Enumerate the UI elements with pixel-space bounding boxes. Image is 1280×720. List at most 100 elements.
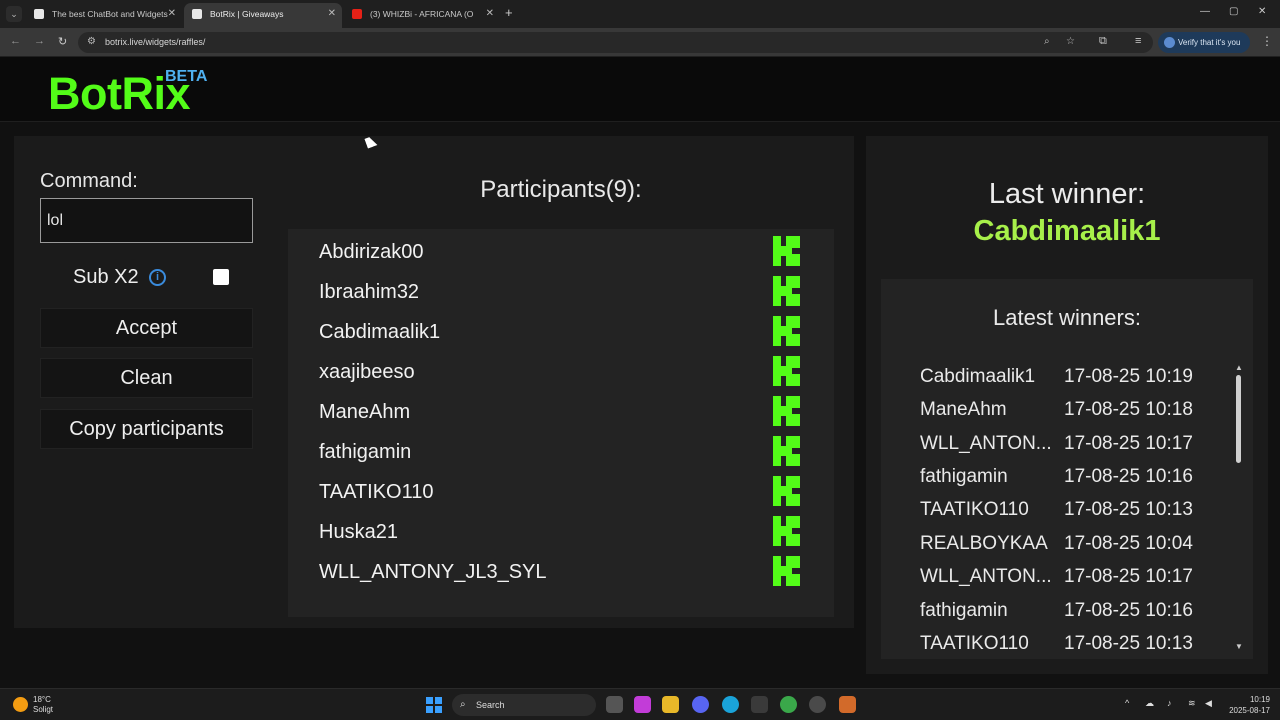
kick-icon <box>773 276 800 306</box>
tab-favicon-icon <box>192 9 202 19</box>
winner-name: WLL_ANTON... <box>920 566 1052 587</box>
participant-name: ManeAhm <box>319 401 411 423</box>
file-explorer-icon[interactable] <box>662 696 679 713</box>
accept-button[interactable]: Accept <box>40 308 253 348</box>
kick-icon <box>773 236 800 266</box>
weather-temp: 18°C <box>33 695 51 704</box>
browser-toolbar: ← → ↻ ⚙ botrix.live/widgets/raffles/ ⌕ ☆… <box>0 28 1280 57</box>
tab-search-button[interactable]: ⌄ <box>6 6 22 22</box>
winner-name: TAATIKO110 <box>920 633 1029 654</box>
window-close-icon[interactable]: ✕ <box>1258 6 1266 17</box>
sub-x2-checkbox[interactable] <box>213 269 229 285</box>
app-header: BotRix BETA <box>0 57 1280 122</box>
microphone-icon[interactable]: ♪ <box>1167 698 1172 708</box>
minimize-icon[interactable]: — <box>1200 6 1210 17</box>
weather-sun-icon[interactable] <box>13 697 28 712</box>
bookmark-star-icon[interactable]: ☆ <box>1066 36 1075 47</box>
winner-date: 17-08-25 10:16 <box>1064 600 1193 621</box>
winner-name: fathigamin <box>920 466 1008 487</box>
task-view-icon[interactable] <box>606 696 623 713</box>
new-tab-icon[interactable]: + <box>505 5 513 20</box>
tab-title: BotRix | Giveaways <box>210 9 284 19</box>
winner-name: REALBOYKAA <box>920 533 1048 554</box>
taskbar-clock[interactable]: 10:19 2025-08-17 <box>1224 694 1270 716</box>
profile-avatar-icon <box>1164 37 1175 48</box>
participant-row: TAATIKO110 <box>288 471 834 511</box>
participant-row: ManeAhm <box>288 391 834 431</box>
tab-chatbot[interactable]: The best ChatBot and Widgets ✕ <box>26 3 182 28</box>
clean-button[interactable]: Clean <box>40 358 253 398</box>
winner-date: 17-08-25 10:13 <box>1064 633 1193 654</box>
browser-tabbar: ⌄ The best ChatBot and Widgets ✕ BotRix … <box>0 0 1280 28</box>
tab-giveaways[interactable]: BotRix | Giveaways ✕ <box>184 3 342 28</box>
wifi-icon[interactable]: ≋ <box>1188 698 1196 709</box>
command-input[interactable] <box>40 198 253 243</box>
reading-list-icon[interactable]: ≡ <box>1135 35 1141 47</box>
winner-date: 17-08-25 10:13 <box>1064 499 1193 520</box>
scroll-down-icon[interactable]: ▼ <box>1235 642 1243 651</box>
kick-icon <box>773 436 800 466</box>
forward-icon[interactable]: → <box>34 35 45 47</box>
volume-icon[interactable]: ◀ <box>1205 698 1212 709</box>
tray-overflow-icon[interactable]: ^ <box>1125 698 1129 708</box>
participant-name: Cabdimaalik1 <box>319 321 441 343</box>
tab-close-icon[interactable]: ✕ <box>486 3 494 25</box>
winner-date: 17-08-25 10:04 <box>1064 533 1193 554</box>
participants-list: Abdirizak00 Ibraahim32 Cabdimaalik1 xaaj… <box>288 229 834 617</box>
tab-close-icon[interactable]: ✕ <box>168 3 176 25</box>
tab-close-icon[interactable]: ✕ <box>328 3 336 25</box>
sub-x2-label: Sub X2 <box>73 266 139 288</box>
weather-condition: Soligt <box>33 705 54 714</box>
address-bar[interactable]: ⚙ botrix.live/widgets/raffles/ ⌕ ☆ <box>78 32 1153 53</box>
copy-participants-button[interactable]: Copy participants <box>40 409 253 449</box>
kick-icon <box>773 316 800 346</box>
kick-icon <box>773 396 800 426</box>
winner-date: 17-08-25 10:18 <box>1064 399 1193 420</box>
onedrive-icon[interactable]: ☁ <box>1145 698 1154 709</box>
site-info-icon[interactable]: ⚙ <box>87 36 96 47</box>
tab-favicon-icon <box>34 9 44 19</box>
participant-name: fathigamin <box>319 441 412 463</box>
page-content: Command: Sub X2 i Accept Clean Copy part… <box>0 122 1280 688</box>
zoom-icon[interactable]: ⌕ <box>1044 36 1050 47</box>
participant-row: Huska21 <box>288 511 834 551</box>
participant-name: TAATIKO110 <box>319 481 434 503</box>
edge-icon[interactable] <box>722 696 739 713</box>
chrome-icon[interactable] <box>780 696 797 713</box>
winner-date: 17-08-25 10:19 <box>1064 366 1193 387</box>
search-label: Search <box>476 700 505 710</box>
participant-name: xaajibeeso <box>319 361 415 383</box>
maximize-icon[interactable]: ▢ <box>1229 6 1238 17</box>
url-text: botrix.live/widgets/raffles/ <box>105 37 206 47</box>
winners-card: Last winner: Cabdimaalik1 Latest winners… <box>866 136 1268 674</box>
app-icon-2[interactable] <box>839 696 856 713</box>
tab-youtube[interactable]: (3) WHIZBi - AFRICANA (O ✕ <box>344 3 500 28</box>
latest-winners-title: Latest winners: <box>993 305 1141 330</box>
winner-name: fathigamin <box>920 600 1008 621</box>
back-icon[interactable]: ← <box>10 35 21 47</box>
weather-widget[interactable]: 18°C Soligt <box>33 695 53 715</box>
participant-name: Ibraahim32 <box>319 281 420 303</box>
winner-name: ManeAhm <box>920 399 1007 420</box>
reload-icon[interactable]: ↻ <box>58 35 67 48</box>
latest-winners-panel[interactable]: Latest winners: Cabdimaalik1 17-08-25 10:… <box>881 279 1253 659</box>
extensions-icon[interactable]: ⧉ <box>1099 35 1107 48</box>
info-icon[interactable]: i <box>149 269 166 286</box>
beta-badge: BETA <box>165 68 208 85</box>
verify-button[interactable]: Verify that it's you <box>1158 32 1250 53</box>
winners-scrollbar[interactable]: ▲ ▼ <box>1235 363 1243 651</box>
taskbar-search[interactable]: ⌕ Search <box>452 694 596 716</box>
winner-date: 17-08-25 10:17 <box>1064 433 1193 454</box>
scroll-up-icon[interactable]: ▲ <box>1235 363 1243 372</box>
last-winner-name: Cabdimaalik1 <box>973 215 1161 247</box>
app-icon[interactable] <box>809 696 826 713</box>
discord-icon[interactable] <box>692 696 709 713</box>
copilot-icon[interactable] <box>634 696 651 713</box>
store-icon[interactable] <box>751 696 768 713</box>
scroll-thumb[interactable] <box>1236 375 1241 463</box>
clock-date: 2025-08-17 <box>1229 706 1270 715</box>
tab-title: (3) WHIZBi - AFRICANA (O <box>370 9 474 19</box>
participant-row: xaajibeeso <box>288 351 834 391</box>
windows-start-icon[interactable] <box>426 697 442 713</box>
browser-menu-icon[interactable]: ⋮ <box>1261 34 1273 48</box>
